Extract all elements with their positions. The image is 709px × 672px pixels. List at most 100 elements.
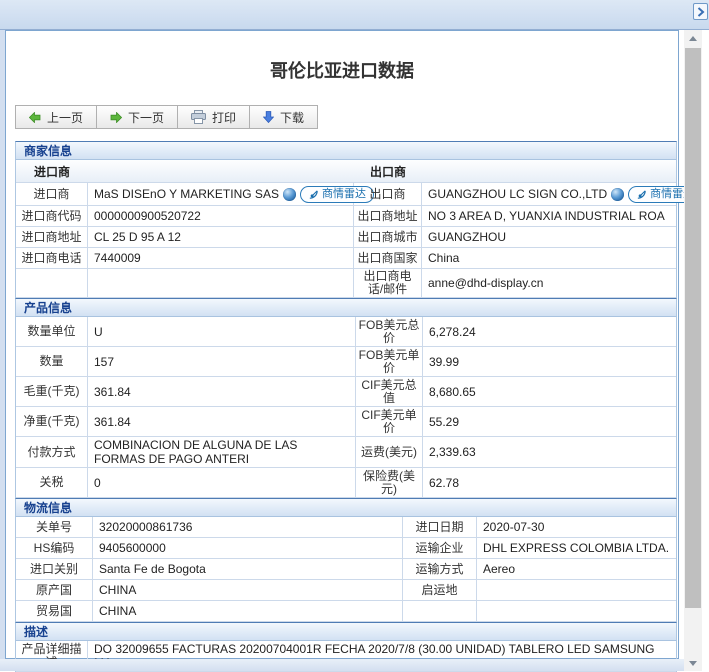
- field-label: 启运地: [403, 580, 477, 600]
- field-value: CHINA: [93, 601, 403, 621]
- field-value: NO 3 AREA D, YUANXIA INDUSTRIAL ROA: [428, 209, 665, 223]
- exporter-name: GUANGZHOU LC SIGN CO.,LTD: [428, 187, 608, 201]
- radar-icon: [309, 189, 318, 199]
- table-row: 数量单位 U FOB美元总价 6,278.24: [16, 317, 676, 347]
- table-row: 付款方式 COMBINACION DE ALGUNA DE LAS FORMAS…: [16, 437, 676, 468]
- field-label: CIF美元总值: [356, 377, 423, 406]
- globe-icon[interactable]: [611, 187, 625, 201]
- field-label: 出口商电话/邮件: [354, 269, 422, 297]
- field-value: Aereo: [483, 562, 516, 576]
- field-value: 55.29: [429, 414, 460, 429]
- window-top-bar: [0, 0, 709, 30]
- print-button[interactable]: 打印: [177, 105, 251, 129]
- printer-icon: [191, 110, 207, 124]
- expand-button[interactable]: [693, 3, 708, 20]
- field-value: [477, 580, 676, 600]
- field-value: 39.99: [429, 354, 460, 369]
- prev-page-button[interactable]: 上一页: [15, 105, 98, 129]
- section-header-description: 描述: [15, 622, 677, 641]
- field-value: 32020000861736: [93, 517, 403, 537]
- field-label: FOB美元单价: [356, 347, 423, 376]
- green-arrow-right-icon: [110, 111, 123, 123]
- field-value: Santa Fe de Bogota: [93, 559, 403, 579]
- field-label: 运费(美元): [356, 437, 423, 467]
- field-label: 原产国: [16, 580, 93, 600]
- prev-page-label: 上一页: [47, 110, 84, 125]
- vertical-scrollbar[interactable]: [684, 30, 702, 671]
- content-panel: 哥伦比亚进口数据 上一页 下一页 打印 下载 商家信息 进口商 出口商 进口商 …: [5, 30, 703, 672]
- field-label: 运输方式: [403, 559, 477, 579]
- field-value: anne@dhd-display.cn: [428, 276, 544, 290]
- scrollbar-thumb[interactable]: [685, 48, 701, 609]
- table-row: 进口商 MaS DISEnO Y MARKETING SAS 商情雷达 出口商: [16, 183, 703, 206]
- field-label: 进口商地址: [16, 227, 88, 247]
- field-value: [88, 269, 354, 297]
- merchant-table: 进口商 出口商 进口商 MaS DISEnO Y MARKETING SAS 商…: [15, 160, 703, 298]
- section-header-product: 产品信息: [15, 298, 677, 317]
- field-label: 净重(千克): [16, 407, 88, 436]
- data-tables: 商家信息 进口商 出口商 进口商 MaS DISEnO Y MARKETING …: [15, 141, 703, 672]
- field-value: 0000000900520722: [88, 206, 354, 226]
- field-value: 62.78: [429, 475, 460, 490]
- table-row: 数量 157 FOB美元单价 39.99: [16, 347, 676, 377]
- scroll-down-arrow[interactable]: [684, 655, 702, 671]
- field-label: 出口商国家: [354, 248, 422, 268]
- table-row: 毛重(千克) 361.84 CIF美元总值 8,680.65: [16, 377, 676, 407]
- field-label: 进口日期: [403, 517, 477, 537]
- field-label: 付款方式: [16, 437, 88, 467]
- field-label: 关单号: [16, 517, 93, 537]
- globe-icon[interactable]: [282, 187, 296, 201]
- field-value: CHINA: [93, 580, 403, 600]
- field-value: 8,680.65: [429, 384, 476, 399]
- table-row: 出口商电话/邮件 anne@dhd-display.cn: [16, 269, 676, 298]
- print-label: 打印: [212, 110, 237, 125]
- field-label: 进口商代码: [16, 206, 88, 226]
- field-value: 9405600000: [93, 538, 403, 558]
- field-label: 运输企业: [403, 538, 477, 558]
- table-row: 进口商电话 7440009 出口商国家 China: [16, 248, 676, 269]
- chevron-right-icon: [697, 6, 705, 17]
- field-label: 出口商城市: [354, 227, 422, 247]
- field-value: 361.84: [88, 377, 356, 406]
- up-triangle-icon: [689, 35, 697, 41]
- table-row: 进口商代码 0000000900520722 出口商地址 NO 3 AREA D…: [16, 206, 676, 227]
- blue-arrow-down-icon: [263, 111, 275, 123]
- field-value: DHL EXPRESS COLOMBIA LTDA.: [483, 541, 670, 555]
- field-value: 7440009: [88, 248, 354, 268]
- next-page-button[interactable]: 下一页: [96, 105, 179, 129]
- field-value: 0: [88, 468, 356, 497]
- field-label: 保险费(美元): [356, 468, 423, 497]
- field-label: 关税: [16, 468, 88, 497]
- table-row: 原产国 CHINA 启运地: [16, 580, 676, 601]
- field-value: China: [428, 251, 460, 265]
- field-label: CIF美元单价: [356, 407, 423, 436]
- field-label: 毛重(千克): [16, 377, 88, 406]
- radar-icon: [637, 189, 646, 199]
- table-row: 关税 0 保险费(美元) 62.78: [16, 468, 676, 498]
- importer-column-header: 进口商: [33, 164, 70, 179]
- field-value: CL 25 D 95 A 12: [88, 227, 354, 247]
- field-label: FOB美元总价: [356, 317, 423, 346]
- field-label: 贸易国: [16, 601, 93, 621]
- section-header-merchant: 商家信息: [15, 141, 677, 160]
- frame-bottom-edge: [0, 659, 684, 671]
- field-label: 进口商: [16, 183, 88, 205]
- product-table: 数量单位 U FOB美元总价 6,278.24 数量 157 FOB美元单价 3…: [15, 317, 677, 498]
- field-label: HS编码: [16, 538, 93, 558]
- toolbar: 上一页 下一页 打印 下载: [15, 105, 319, 129]
- green-arrow-left-icon: [29, 111, 41, 123]
- field-label: 数量: [16, 347, 88, 376]
- table-row: 净重(千克) 361.84 CIF美元单价 55.29: [16, 407, 676, 437]
- scrollbar-track[interactable]: [684, 46, 702, 655]
- table-row: 关单号 32020000861736 进口日期 2020-07-30: [16, 517, 676, 538]
- exporter-name-cell: GUANGZHOU LC SIGN CO.,LTD 商情雷达: [422, 183, 708, 205]
- field-label: 出口商: [354, 183, 422, 205]
- table-row: 进口关别 Santa Fe de Bogota 运输方式 Aereo: [16, 559, 676, 580]
- scroll-up-arrow[interactable]: [684, 30, 702, 46]
- next-page-label: 下一页: [128, 110, 165, 125]
- down-triangle-icon: [689, 660, 697, 666]
- field-label: [403, 601, 477, 621]
- download-button[interactable]: 下载: [249, 105, 319, 129]
- field-value: [477, 601, 676, 621]
- table-row: HS编码 9405600000 运输企业 DHL EXPRESS COLOMBI…: [16, 538, 676, 559]
